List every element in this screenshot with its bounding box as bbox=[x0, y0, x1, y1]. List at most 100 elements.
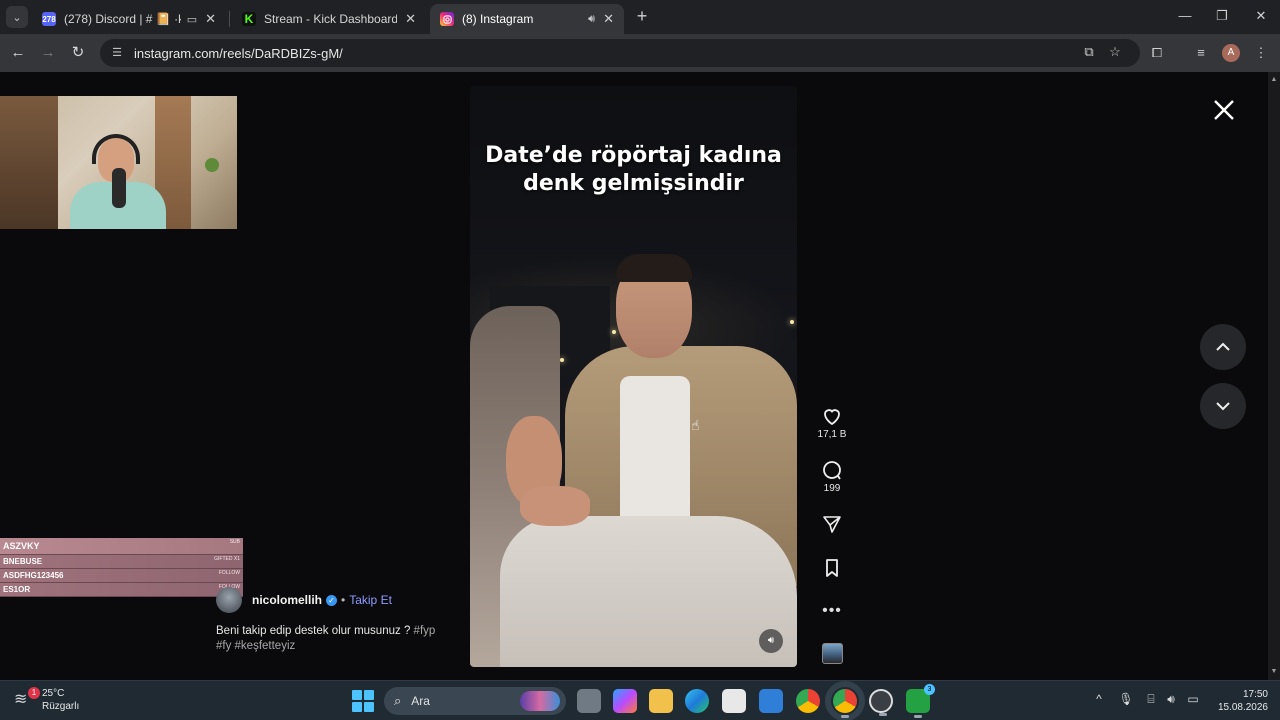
scroll-up-icon[interactable]: ▲ bbox=[1270, 76, 1278, 83]
clock-date: 15.08.2026 bbox=[1217, 702, 1268, 713]
audio-thumbnail[interactable] bbox=[822, 643, 843, 664]
windows-taskbar: ≋ 1 25°C Rüzgarlı ⌕ Ara 3 ^ 🎙︎ ⌸ 🔊︎ ▭ 17:… bbox=[0, 680, 1280, 720]
obs-icon[interactable] bbox=[869, 689, 893, 716]
start-button[interactable] bbox=[352, 690, 374, 712]
close-tab-icon[interactable]: ✕ bbox=[205, 11, 216, 27]
tab-instagram[interactable]: (8) Instagram 🔊︎ ✕ bbox=[430, 4, 624, 34]
share-button[interactable] bbox=[812, 512, 852, 536]
tab-separator bbox=[229, 11, 230, 27]
task-view-icon[interactable] bbox=[577, 689, 601, 713]
comment-icon bbox=[823, 461, 841, 480]
close-tab-icon[interactable]: ✕ bbox=[603, 11, 614, 27]
comment-button[interactable]: 199 bbox=[812, 458, 852, 494]
tab-title: (8) Instagram bbox=[462, 12, 534, 26]
event-row: ES1ORFOLLOW bbox=[0, 583, 243, 597]
address-bar[interactable]: ☰ instagram.com/reels/DaRDBIZs-gM/ ⧉ ☆ bbox=[100, 39, 1140, 67]
like-button[interactable]: 17,1 B bbox=[812, 404, 852, 440]
close-tab-icon[interactable]: ✕ bbox=[405, 11, 416, 27]
extensions-icon[interactable]: ⧠ bbox=[1146, 43, 1168, 65]
xbox-badge: 3 bbox=[924, 684, 935, 695]
instagram-reels-page: ASZVKY SUB BNEBUSE GIFTED X1 ASDFHG123456 F… bbox=[0, 72, 1268, 680]
network-icon[interactable]: ⌸ bbox=[1142, 692, 1160, 707]
bookmark-icon bbox=[826, 559, 838, 577]
reel-video[interactable]: Date’de röpörtaj kadına denk gelmişsindi… bbox=[470, 86, 797, 667]
chevron-down-icon bbox=[1216, 402, 1230, 411]
audio-playing-icon[interactable]: 🔊︎ bbox=[588, 13, 595, 26]
microphone-icon[interactable]: 🎙︎ bbox=[1117, 692, 1135, 706]
save-button[interactable] bbox=[812, 556, 852, 580]
weather-condition: Rüzgarlı bbox=[42, 701, 80, 712]
temperature: 25°C bbox=[42, 688, 65, 699]
tab-search-button[interactable]: ⌄ bbox=[6, 6, 28, 28]
taskbar-search[interactable]: ⌕ Ara bbox=[384, 687, 566, 715]
forward-icon[interactable]: → bbox=[38, 43, 58, 63]
chrome-active-icon[interactable] bbox=[825, 681, 865, 720]
new-tab-button[interactable]: + bbox=[632, 6, 652, 26]
wind-icon: ≋ 1 bbox=[14, 687, 40, 711]
search-highlight-image bbox=[520, 691, 560, 711]
caption-hashtag[interactable]: #fy #keşfetteyiz bbox=[216, 640, 295, 652]
profile-avatar[interactable]: A bbox=[1222, 44, 1240, 62]
outlook-icon[interactable] bbox=[759, 689, 783, 713]
minimize-icon[interactable]: — bbox=[1170, 6, 1200, 26]
close-icon[interactable] bbox=[1210, 96, 1238, 124]
separator-dot: • bbox=[341, 593, 346, 607]
install-app-icon[interactable]: ⧉ bbox=[1078, 41, 1100, 63]
clock-time: 17:50 bbox=[1242, 689, 1268, 700]
discord-favicon: 278 bbox=[42, 12, 56, 26]
site-info-icon[interactable]: ☰ bbox=[110, 46, 124, 60]
volume-icon[interactable]: 🔊︎ bbox=[759, 629, 783, 653]
next-reel-button[interactable] bbox=[1200, 383, 1246, 429]
caption-hashtag[interactable]: #fyp bbox=[414, 625, 436, 637]
url-text: instagram.com/reels/DaRDBIZs-gM/ bbox=[134, 45, 343, 61]
previous-reel-button[interactable] bbox=[1200, 324, 1246, 370]
caption-text: Beni takip edip destek olur musunuz ? bbox=[216, 625, 414, 637]
store-icon[interactable] bbox=[722, 689, 746, 713]
follow-button[interactable]: Takip Et bbox=[349, 593, 392, 607]
edge-icon[interactable] bbox=[685, 689, 709, 713]
close-window-icon[interactable]: ✕ bbox=[1246, 6, 1276, 26]
instagram-favicon bbox=[440, 12, 454, 26]
tab-title: (278) Discord | # 📔 ·kuralla bbox=[64, 12, 181, 26]
mouse-cursor-icon: ☝︎ bbox=[691, 417, 700, 433]
send-icon bbox=[823, 516, 841, 533]
system-clock[interactable]: 17:50 15.08.2026 bbox=[1206, 688, 1268, 714]
chrome-icon[interactable] bbox=[796, 689, 820, 713]
file-explorer-icon[interactable] bbox=[649, 689, 673, 713]
media-control-icon[interactable]: ≡ bbox=[1190, 43, 1212, 65]
more-options-icon[interactable]: ••• bbox=[812, 602, 852, 620]
search-placeholder: Ara bbox=[411, 694, 430, 708]
chevron-up-icon bbox=[1216, 342, 1230, 351]
like-count: 17,1 B bbox=[817, 429, 847, 440]
reel-author: nicolomellih ✓ • Takip Et bbox=[216, 587, 392, 613]
verified-badge-icon: ✓ bbox=[326, 594, 338, 606]
search-icon: ⌕ bbox=[394, 693, 402, 708]
author-username[interactable]: nicolomellih bbox=[252, 593, 322, 607]
bookmark-star-icon[interactable]: ☆ bbox=[1104, 41, 1126, 63]
weather-widget[interactable]: ≋ 1 25°C Rüzgarlı bbox=[14, 687, 79, 713]
reel-overlay-text: Date’de röpörtaj kadına denk gelmişsindi… bbox=[485, 143, 782, 196]
reload-icon[interactable]: ↻ bbox=[68, 43, 88, 63]
volume-tray-icon[interactable]: 🔊︎ bbox=[1162, 692, 1180, 707]
restore-icon[interactable]: ❐ bbox=[1207, 6, 1237, 26]
comment-count: 199 bbox=[823, 483, 841, 494]
back-icon[interactable]: ← bbox=[8, 43, 28, 63]
stream-event-list: ASZVKY SUB BNEBUSE GIFTED X1 ASDFHG123456 F… bbox=[0, 538, 243, 597]
xbox-icon[interactable]: 3 bbox=[906, 684, 935, 718]
tab-discord[interactable]: 278 (278) Discord | # 📔 ·kuralla ▭ ✕ bbox=[32, 4, 226, 34]
tab-strip: ⌄ 278 (278) Discord | # 📔 ·kuralla ▭ ✕ K… bbox=[0, 0, 1280, 34]
browser-toolbar: ← → ↻ ☰ instagram.com/reels/DaRDBIZs-gM/… bbox=[0, 34, 1280, 72]
page-scrollbar[interactable]: ▲ ▼ bbox=[1268, 72, 1280, 680]
copilot-icon[interactable] bbox=[613, 689, 637, 713]
scroll-down-icon[interactable]: ▼ bbox=[1270, 668, 1278, 675]
tab-kick[interactable]: K Stream - Kick Dashboard ✕ bbox=[232, 4, 426, 34]
author-avatar[interactable] bbox=[216, 587, 242, 613]
event-row: ASZVKY SUB bbox=[0, 538, 243, 555]
show-hidden-icons[interactable]: ^ bbox=[1090, 692, 1108, 706]
cast-icon: ▭ bbox=[186, 13, 198, 26]
heart-icon bbox=[824, 409, 840, 426]
battery-icon[interactable]: ▭ bbox=[1184, 692, 1202, 706]
menu-kebab-icon[interactable]: ⋮ bbox=[1250, 43, 1272, 65]
event-row: ASDFHG123456 FOLLOW bbox=[0, 569, 243, 583]
kick-favicon: K bbox=[242, 12, 256, 26]
